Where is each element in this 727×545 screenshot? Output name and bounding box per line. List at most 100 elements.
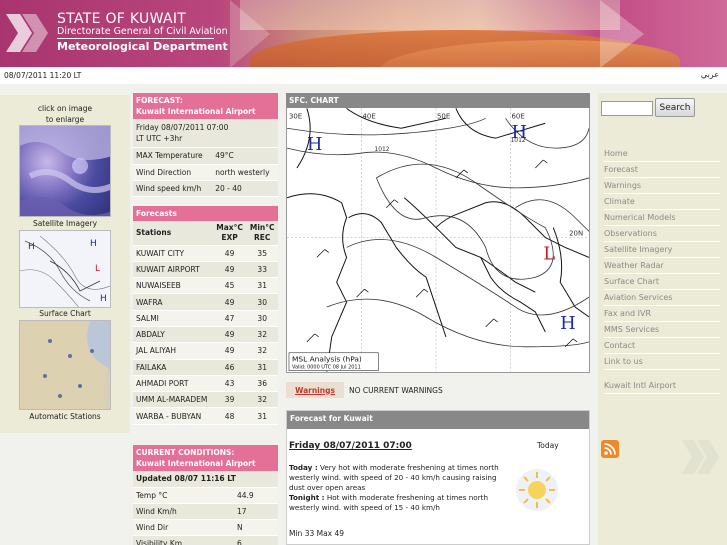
max-temp: 49 — [212, 293, 247, 311]
station-name: FAILAKA — [133, 359, 213, 376]
condition-value: 17 — [233, 503, 278, 520]
today-label: Today — [537, 441, 559, 450]
logo-arrows-icon — [6, 14, 48, 52]
automatic-stations-thumbnail[interactable] — [19, 320, 111, 410]
table-row: SALMI 47 30 — [133, 310, 278, 327]
nav-item-fax-and-ivr[interactable]: Fax and IVR — [604, 306, 720, 322]
main-navigation: Home Forecast Warnings Climate Numerical Mod… — [604, 146, 720, 394]
station-name: UMM AL-MARADEM — [133, 391, 213, 409]
row-value: 49°C — [212, 148, 278, 165]
forecast-header-location: Kuwait International Airport — [136, 107, 256, 116]
current-datetime: 08/07/2011 11:20 LT — [4, 71, 82, 80]
table-row: Wind Km/h 17 — [133, 503, 278, 520]
current-conditions-title: CURRENT CONDITIONS: — [136, 448, 235, 457]
table-row: KUWAIT AIRPORT 49 33 — [133, 261, 278, 279]
table-header-row: Stations Max°C EXP Min°C REC — [133, 221, 278, 246]
today-text: Very hot with moderate freshening at tim… — [289, 463, 499, 492]
nav-item-forecast[interactable]: Forecast — [604, 162, 720, 178]
nav-item-kuwait-intl-airport[interactable]: Kuwait Intl Airport — [604, 378, 720, 394]
enlarge-hint: click on image to enlarge — [37, 104, 93, 124]
lat-label: 20N — [569, 230, 583, 238]
table-row: KUWAIT CITY 49 35 — [133, 245, 278, 262]
min-temp: 33 — [246, 261, 278, 279]
row-label: MAX Temperature — [133, 148, 213, 165]
table-row: Updated 08/07 11:16 LT — [133, 471, 278, 488]
updated-time: Updated 08/07 11:16 LT — [133, 471, 278, 488]
station-name: NUWAISEEB — [133, 277, 213, 295]
min-temp: 31 — [246, 359, 278, 376]
isobar-label: 1012 — [374, 146, 389, 153]
col-header-min: Min°C REC — [246, 221, 278, 246]
header-banner: STATE OF KUWAIT Directorate General of C… — [0, 0, 727, 67]
nav-item-mms-services[interactable]: MMS Services — [604, 322, 720, 338]
banner-chevron — [230, 0, 270, 67]
table-row: Wind speed km/h 20 - 40 — [133, 180, 278, 197]
rss-icon[interactable] — [601, 440, 619, 458]
search-button[interactable]: Search — [655, 98, 695, 117]
nav-item-aviation-services[interactable]: Aviation Services — [604, 290, 720, 306]
table-row: UMM AL-MARADEM 39 32 — [133, 391, 278, 409]
nav-item-climate[interactable]: Climate — [604, 194, 720, 210]
max-temp: 49 — [212, 245, 247, 262]
kuwait-forecast-date[interactable]: Friday 08/07/2011 07:00 — [289, 441, 412, 451]
min-temp: 30 — [246, 293, 278, 311]
nav-item-numerical-models[interactable]: Numerical Models — [604, 210, 720, 226]
surface-chart-thumbnail[interactable]: H H L H — [19, 230, 111, 308]
station-name: ABDALY — [133, 326, 213, 344]
station-forecasts-table: Stations Max°C EXP Min°C REC KUWAIT CITY… — [133, 221, 278, 425]
automatic-stations-caption: Automatic Stations — [29, 412, 101, 421]
nav-item-link-to-us[interactable]: Link to us — [604, 354, 720, 370]
svg-text:H: H — [100, 294, 107, 304]
max-temp: 49 — [212, 342, 247, 360]
max-temp: 43 — [212, 375, 247, 393]
table-row: AHMADI PORT 43 36 — [133, 375, 278, 393]
station-name: KUWAIT AIRPORT — [133, 261, 213, 279]
condition-value: 44.9 — [233, 487, 278, 504]
warnings-status: NO CURRENT WARNINGS — [349, 386, 443, 395]
forecast-header-title: FORECAST: — [136, 96, 183, 105]
condition-label: Visibility Km — [133, 535, 234, 545]
nav-item-satellite-imagery[interactable]: Satellite Imagery — [604, 242, 720, 258]
condition-label: Temp °C — [133, 487, 234, 504]
chart-caption: MSL Analysis (hPa) — [292, 355, 362, 364]
table-row: Temp °C 44.9 — [133, 487, 278, 504]
kuwait-forecast-panel: Forecast for Kuwait Friday 08/07/2011 07… — [286, 410, 590, 545]
site-subtitle: Directorate General of Civil Aviation — [57, 26, 228, 37]
lon-label: 50E — [437, 112, 450, 120]
lon-label: 40E — [363, 112, 376, 120]
station-name: SALMI — [133, 310, 213, 327]
max-temp: 48 — [212, 407, 247, 425]
row-label: Wind Direction — [133, 164, 213, 181]
max-temp: 49 — [212, 261, 247, 279]
kuwait-forecast-text: Today : Very hot with moderate freshenin… — [289, 463, 509, 513]
banner-sky — [240, 0, 620, 30]
high-pressure-label: H — [307, 134, 323, 155]
forecast-header: FORECAST: Kuwait International Airport — [133, 93, 278, 119]
arabic-language-link[interactable]: عربي — [701, 70, 719, 79]
satellite-thumbnail[interactable] — [19, 125, 111, 217]
max-temp: 47 — [212, 310, 247, 327]
banner-chevron — [600, 0, 644, 67]
condition-label: Wind Dir — [133, 519, 234, 536]
nav-item-warnings[interactable]: Warnings — [604, 178, 720, 194]
surface-chart-header: SFC. CHART — [286, 93, 590, 108]
col-header-max: Max°C EXP — [212, 221, 247, 246]
current-conditions-location: Kuwait International Airport — [136, 459, 256, 468]
right-sidebar: Search Home Forecast Warnings Climate Numeri… — [598, 93, 727, 545]
min-temp: 31 — [246, 407, 278, 425]
nav-item-home[interactable]: Home — [604, 146, 720, 162]
table-row: JAL ALIYAH 49 32 — [133, 342, 278, 360]
max-temp: 49 — [212, 326, 247, 344]
lon-label: 60E — [512, 112, 525, 120]
search-input[interactable] — [601, 101, 653, 116]
condition-label: Wind Km/h — [133, 503, 234, 520]
row-value: north westerly — [212, 164, 278, 181]
nav-item-contact[interactable]: Contact — [604, 338, 720, 354]
condition-value: 6 — [233, 535, 278, 545]
nav-item-weather-radar[interactable]: Weather Radar — [604, 258, 720, 274]
nav-item-surface-chart[interactable]: Surface Chart — [604, 274, 720, 290]
nav-item-observations[interactable]: Observations — [604, 226, 720, 242]
warnings-button[interactable]: Warnings — [286, 382, 344, 398]
surface-chart-map[interactable]: 30E 40E 50E 60E 20N 1012 1012 H H L H MS… — [286, 108, 590, 373]
surface-chart-caption: Surface Chart — [39, 309, 91, 318]
